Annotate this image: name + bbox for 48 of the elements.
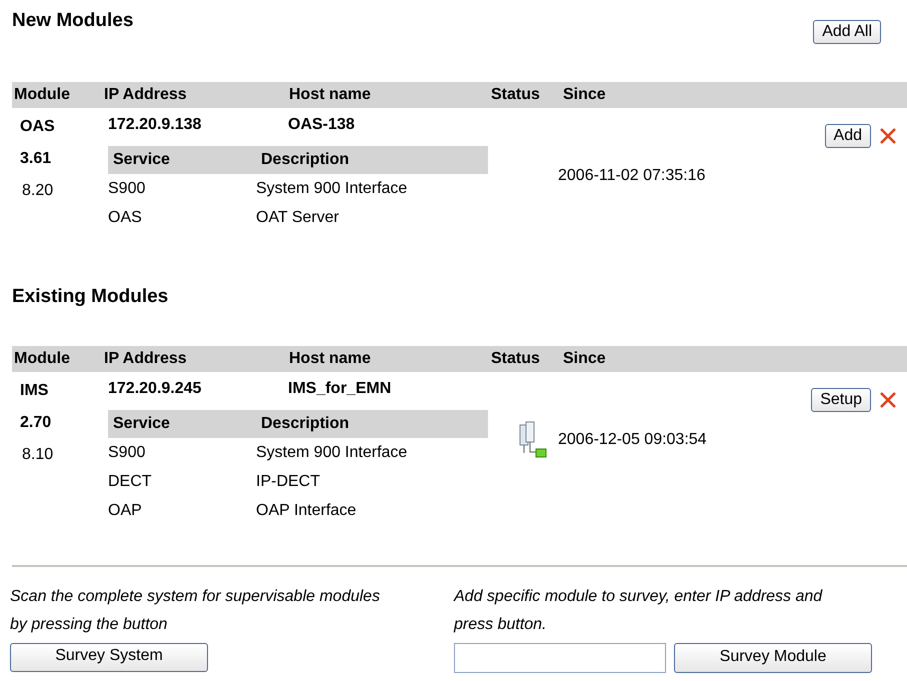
column-header: Status <box>490 350 541 368</box>
module-version: 3.61 <box>19 150 52 168</box>
remove-icon[interactable] <box>879 127 897 145</box>
column-header: Module <box>13 350 71 368</box>
column-header: Host name <box>288 350 372 368</box>
module-name: IMS <box>19 382 50 400</box>
column-header: Host name <box>288 86 372 104</box>
scan-instructions: Scan the complete system for supervisable modules by pressing the button <box>10 587 381 635</box>
remove-icon[interactable] <box>879 391 897 409</box>
column-header: Service <box>112 151 171 169</box>
module-name: OAS <box>19 118 56 136</box>
table-cell-text: DECT <box>108 472 153 490</box>
table-cell-text: System 900 Interface <box>256 180 408 198</box>
ip-address: 172.20.9.138 <box>108 116 202 134</box>
add-instructions: Add specific module to survey, enter IP address and press button. <box>454 587 824 635</box>
table-cell-text: OAS <box>108 208 143 226</box>
column-header: Service <box>112 415 171 433</box>
section-title: Existing Modules <box>12 286 168 308</box>
module-action-button[interactable]: Add <box>824 124 871 148</box>
add-all-button[interactable]: Add All <box>813 20 881 44</box>
host-name: IMS_for_EMN <box>288 380 392 398</box>
table-cell-text: IP-DECT <box>256 472 321 490</box>
table-cell-text: S900 <box>108 180 146 198</box>
column-header: Since <box>562 350 607 368</box>
section-title: New Modules <box>12 10 134 32</box>
since-date: 2006-12-05 09:03:54 <box>558 431 707 449</box>
column-header: Since <box>562 86 607 104</box>
module-action-button[interactable]: Setup <box>811 388 871 412</box>
table-cell-text: OAP Interface <box>256 502 358 520</box>
column-header: Module <box>13 86 71 104</box>
module-version: 2.70 <box>19 414 52 432</box>
ip-address: 172.20.9.245 <box>108 380 202 398</box>
table-cell-text: S900 <box>108 444 146 462</box>
survey-system-button[interactable]: Survey System <box>10 643 208 672</box>
column-header: IP Address <box>103 350 188 368</box>
column-header: Description <box>260 151 350 169</box>
ip-input-field[interactable] <box>454 643 666 673</box>
column-header: Description <box>260 415 350 433</box>
module-build: 8.10 <box>21 446 54 464</box>
table-cell-text: OAT Server <box>256 208 340 226</box>
column-header: Status <box>490 86 541 104</box>
host-name: OAS-138 <box>288 116 355 134</box>
table-cell-text: System 900 Interface <box>256 444 408 462</box>
table-cell-text: OAP <box>108 502 143 520</box>
module-build: 8.20 <box>21 182 54 200</box>
survey-module-button[interactable]: Survey Module <box>674 643 872 673</box>
since-date: 2006-11-02 07:35:16 <box>558 167 706 185</box>
column-header: IP Address <box>103 86 188 104</box>
